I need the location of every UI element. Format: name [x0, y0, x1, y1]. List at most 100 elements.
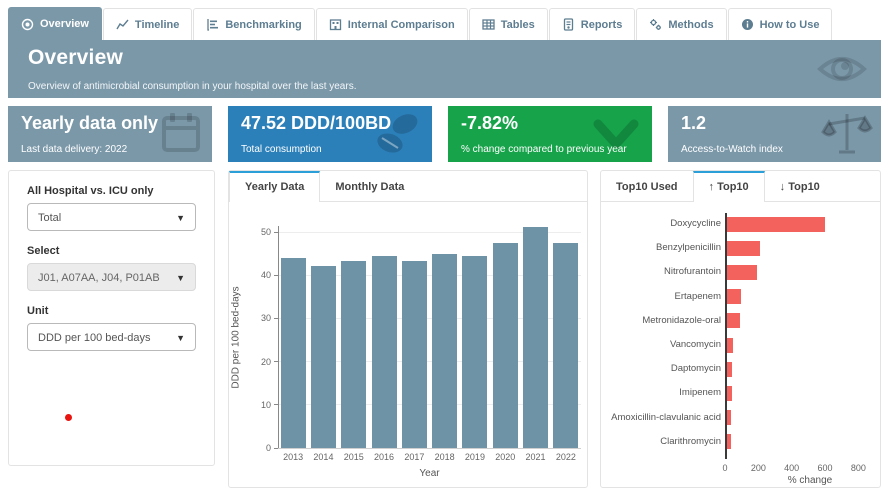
kpi-card-3: -7.82%% change compared to previous year — [448, 106, 652, 162]
x-tick-label: 2018 — [430, 452, 460, 462]
x-tick-label: 2019 — [460, 452, 490, 462]
x-tick-label: 2022 — [551, 452, 581, 462]
tab--top10[interactable]: ↑ Top10 — [693, 171, 765, 202]
x-tick-label: 2020 — [490, 452, 520, 462]
bar-2022 — [553, 243, 578, 448]
x-tick-label: 2021 — [521, 452, 551, 462]
bar-imipenem — [727, 386, 732, 401]
bar-2013 — [281, 258, 306, 448]
tab-monthly-data[interactable]: Monthly Data — [320, 171, 419, 201]
filter-select-2[interactable]: J01, A07AA, J04, P01AB ▼ — [27, 263, 196, 291]
filter-label: All Hospital vs. ICU only — [27, 185, 196, 197]
filter-group-1: All Hospital vs. ICU only Total▼ — [27, 185, 196, 231]
bar-metronidazole-oral — [727, 313, 740, 328]
tab-internal-comparison[interactable]: Internal Comparison — [316, 8, 468, 40]
tab-timeline[interactable]: Timeline — [103, 8, 192, 40]
tab-overview[interactable]: Overview — [8, 7, 102, 40]
gears-icon — [649, 18, 662, 31]
filter-label: Select — [27, 245, 196, 257]
main-tabbar: Overview Timeline Benchmarking Internal Com… — [8, 8, 833, 40]
kpi-value: 47.52 DDD/100BD — [241, 113, 391, 134]
kpi-caption: Total consumption — [241, 144, 322, 155]
tab-how-to-use[interactable]: How to Use — [728, 8, 833, 40]
y-tick-label: 10 — [243, 400, 271, 410]
filter-select-1[interactable]: Total▼ — [27, 203, 196, 231]
category-label: Nitrofurantoin — [603, 266, 721, 277]
bar-nitrofurantoin — [727, 265, 757, 280]
bar-benzylpenicillin — [727, 241, 760, 256]
x-tick-label: 200 — [744, 463, 772, 473]
tab--top10[interactable]: ↓ Top10 — [765, 171, 835, 201]
tab-top10-used[interactable]: Top10 Used — [601, 171, 693, 201]
bar-2018 — [432, 254, 457, 448]
benchmark-icon — [206, 18, 219, 31]
filter-select-value: J01, A07AA, J04, P01AB — [38, 272, 160, 284]
tab-reports[interactable]: Reports — [549, 8, 636, 40]
tab-label: Overview — [40, 18, 89, 30]
kpi-card-1: Yearly data only Last data delivery: 2022 — [8, 106, 212, 162]
top10-tabs: Top10 Used↑ Top10↓ Top10 — [601, 171, 880, 202]
chevron-down-icon: ▼ — [176, 264, 185, 292]
scale-icon — [821, 110, 873, 162]
bar-2017 — [402, 261, 427, 448]
top10-panel: Top10 Used↑ Top10↓ Top10 DoxycyclineBenz… — [600, 170, 881, 488]
tab-label: Methods — [668, 19, 713, 31]
kpi-caption: Last data delivery: 2022 — [21, 144, 127, 155]
tab-methods[interactable]: Methods — [636, 8, 726, 40]
notification-dot — [65, 414, 72, 421]
kpi-card-4: 1.2Access-to-Watch index — [668, 106, 881, 162]
yearly-consumption-chart: 0102030405020132014201520162017201820192… — [229, 201, 587, 487]
building-icon — [329, 18, 342, 31]
x-tick-label: 800 — [844, 463, 872, 473]
bar-doxycycline — [727, 217, 825, 232]
kpi-value: Yearly data only — [21, 113, 158, 134]
tab-label: Tables — [501, 19, 535, 31]
y-axis-title: DDD per 100 bed-days — [231, 273, 242, 403]
chevron-down-icon: ▼ — [176, 324, 185, 352]
tab-label: Timeline — [135, 19, 179, 31]
page-header: Overview Overview of antimicrobial consu… — [8, 40, 881, 98]
chevron-down-icon — [588, 110, 644, 161]
y-tick-label: 20 — [243, 357, 271, 367]
tab-label: How to Use — [760, 19, 820, 31]
filter-select-3[interactable]: DDD per 100 bed-days▼ — [27, 323, 196, 351]
pills-icon — [372, 110, 424, 162]
tab-benchmarking[interactable]: Benchmarking — [193, 8, 314, 40]
y-tick-label: 0 — [243, 443, 271, 453]
consumption-tabs: Yearly DataMonthly Data — [229, 171, 587, 202]
bar-daptomycin — [727, 362, 732, 377]
category-label: Clarithromycin — [603, 436, 721, 447]
bar-clarithromycin — [727, 434, 731, 449]
bar-2021 — [523, 227, 548, 448]
eye-icon — [21, 18, 34, 31]
category-label: Ertapenem — [603, 291, 721, 302]
page-title: Overview — [28, 46, 123, 70]
bar-2015 — [341, 261, 366, 448]
tab-label: Benchmarking — [225, 19, 301, 31]
x-tick-label: 2014 — [308, 452, 338, 462]
tab-yearly-data[interactable]: Yearly Data — [229, 171, 320, 202]
line-chart-icon — [116, 18, 129, 31]
x-axis-line — [278, 448, 581, 449]
bar-vancomycin — [727, 338, 733, 353]
kpi-caption: Access-to-Watch index — [681, 144, 783, 155]
y-tick-label: 30 — [243, 313, 271, 323]
bar-2016 — [372, 256, 397, 448]
tab-tables[interactable]: Tables — [469, 8, 548, 40]
x-axis-title: Year — [410, 468, 450, 479]
tab-label: Internal Comparison — [348, 19, 455, 31]
category-label: Vancomycin — [603, 339, 721, 350]
category-label: Imipenem — [603, 387, 721, 398]
table-icon — [482, 18, 495, 31]
kpi-card-2: 47.52 DDD/100BD Total consumption — [228, 106, 432, 162]
y-axis-line — [278, 226, 279, 448]
x-tick-label: 600 — [811, 463, 839, 473]
x-tick-label: 0 — [711, 463, 739, 473]
filter-sidebar: All Hospital vs. ICU onlyTotal▼SelectJ01… — [8, 170, 215, 466]
x-tick-label: 2013 — [278, 452, 308, 462]
eye-watermark-icon — [813, 43, 871, 98]
filter-group-2: Select J01, A07AA, J04, P01AB ▼ — [27, 245, 196, 291]
filter-select-value: Total — [38, 212, 61, 224]
y-tick-label: 50 — [243, 227, 271, 237]
x-tick-label: 2015 — [339, 452, 369, 462]
